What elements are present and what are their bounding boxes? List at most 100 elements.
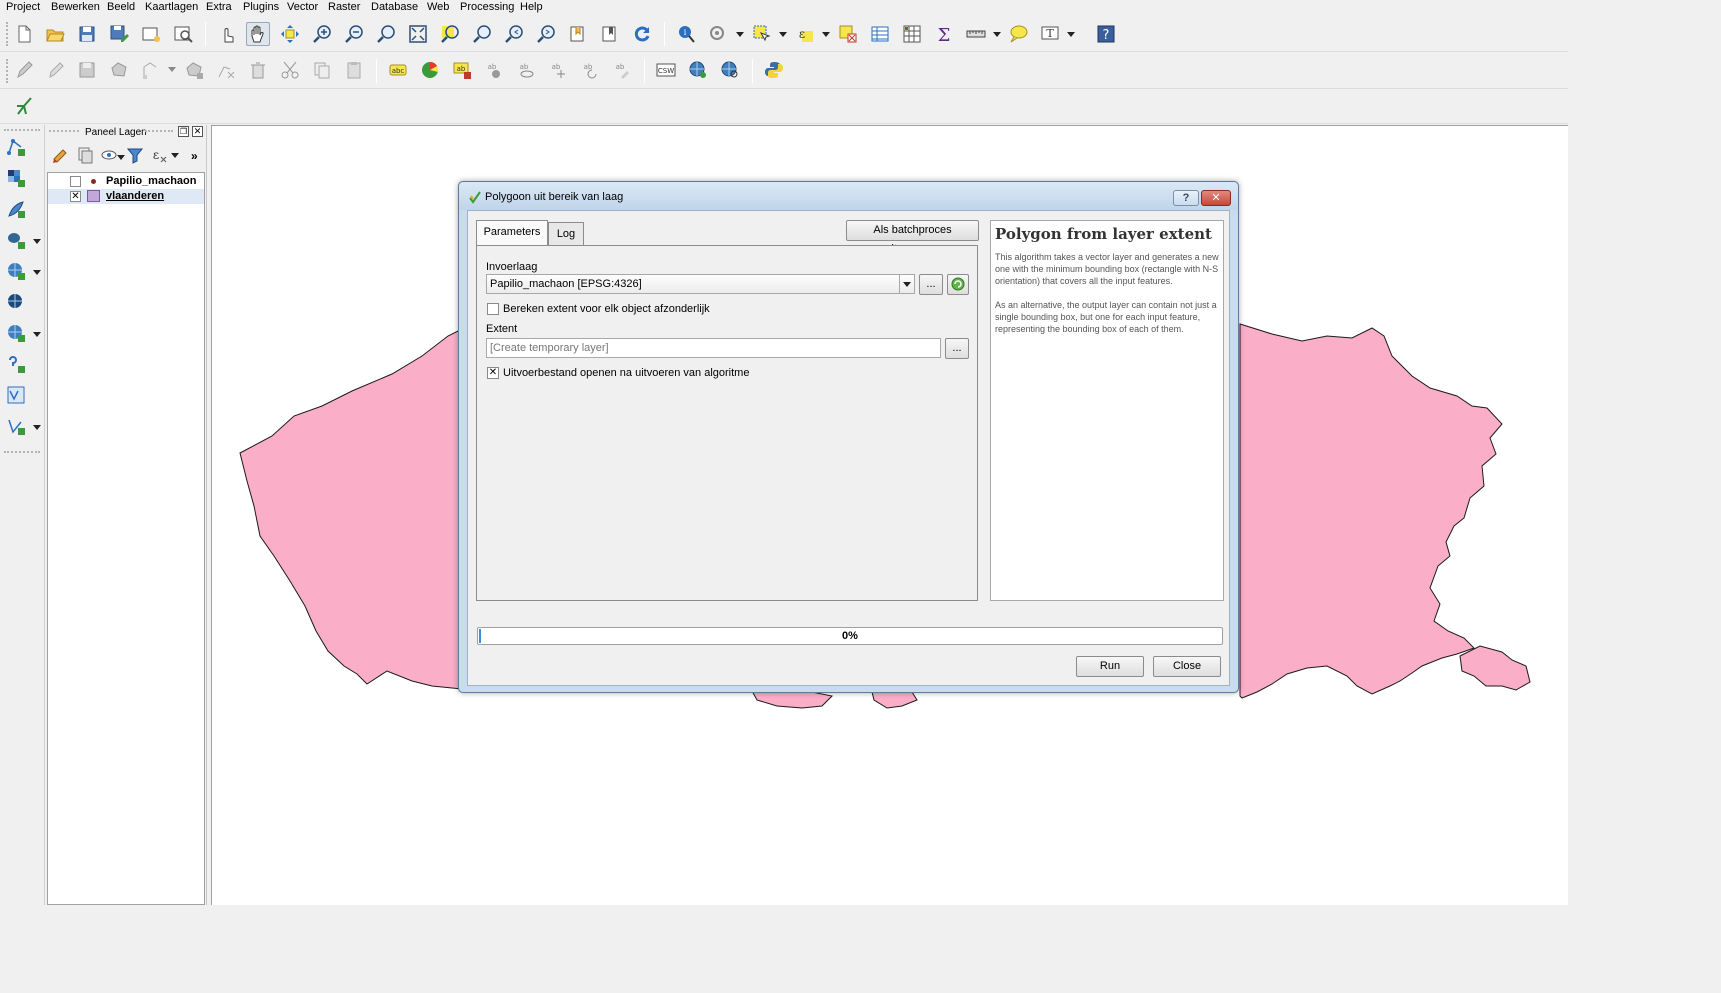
layer-labeling-icon[interactable]: ab [450,58,474,82]
close-window-button[interactable]: ✕ [1201,190,1231,206]
pan-to-selection-icon[interactable] [278,22,302,46]
measure-icon[interactable] [964,22,988,46]
help-window-button[interactable]: ? [1173,190,1199,206]
add-wcs-layer-icon[interactable] [4,290,28,314]
pin-labels-icon[interactable]: ab [482,58,506,82]
pan-map-icon[interactable] [246,22,270,46]
toolbar-grip[interactable] [6,22,10,46]
wfs-dropdown[interactable] [33,332,41,337]
postgis-dropdown[interactable] [33,239,41,244]
add-raster-layer-icon[interactable] [4,166,28,190]
per-feature-label[interactable]: Bereken extent voor elk object afzonderl… [503,303,710,315]
metasearch-icon[interactable] [686,58,710,82]
menu-database[interactable]: Database [371,1,418,13]
toolbar-grip[interactable] [6,59,10,83]
per-feature-checkbox[interactable] [487,303,499,315]
diagram-icon[interactable] [418,58,442,82]
new-shapefile-icon[interactable] [4,414,28,438]
select-expression-dropdown[interactable] [822,32,830,37]
zoom-next-icon[interactable] [534,22,558,46]
new-project-icon[interactable] [12,22,36,46]
iterate-layer-button[interactable] [947,274,969,295]
measure-dropdown[interactable] [993,32,1001,37]
add-wfs-layer-icon[interactable] [4,321,28,345]
menu-vector[interactable]: Vector [287,1,318,13]
map-tips-icon[interactable] [1006,22,1030,46]
dialog-titlebar[interactable]: Polygoon uit bereik van laag ? ✕ [459,182,1238,210]
close-panel-icon[interactable]: ✕ [192,126,203,137]
add-group-icon[interactable] [73,143,97,167]
menu-help[interactable]: Help [520,1,543,13]
menu-beeld[interactable]: Beeld [107,1,135,13]
open-output-label[interactable]: Uitvoerbestand openen na uitvoeren van a… [503,367,749,379]
new-bookmark-icon[interactable] [566,22,590,46]
label-icon[interactable]: abc [386,58,410,82]
zoom-actual-size-icon[interactable] [374,22,398,46]
current-edits-icon[interactable] [12,58,36,82]
deselect-icon[interactable] [836,22,860,46]
close-button[interactable]: Close [1153,656,1221,677]
save-project-icon[interactable] [75,22,99,46]
zoom-out-icon[interactable] [342,22,366,46]
zoom-full-icon[interactable] [406,22,430,46]
identify-icon[interactable]: i [674,22,698,46]
float-panel-icon[interactable]: ❐ [178,126,189,137]
move-label-icon[interactable]: ab [546,58,570,82]
add-virtual-layer-icon[interactable] [4,383,28,407]
add-postgis-layer-icon[interactable] [4,228,28,252]
toggle-editing-icon[interactable] [43,58,67,82]
toolbar-grip[interactable] [4,129,40,131]
composer-manager-icon[interactable] [171,22,195,46]
open-output-checkbox[interactable]: ✕ [487,367,499,379]
menu-kaartlagen[interactable]: Kaartlagen [145,1,198,13]
node-tool-icon[interactable] [182,58,206,82]
change-label-icon[interactable]: ab [610,58,634,82]
expand-icon[interactable]: » [191,149,198,163]
chevron-down-icon[interactable] [899,275,914,293]
paste-features-icon[interactable] [342,58,366,82]
extent-input[interactable]: [Create temporary layer] [486,338,941,358]
attribute-table-icon[interactable] [868,22,892,46]
action-icon[interactable] [706,22,730,46]
text-annotation-icon[interactable]: T [1038,22,1062,46]
menu-raster[interactable]: Raster [328,1,360,13]
toolbar-grip[interactable] [4,451,40,453]
help-icon[interactable]: ? [1094,22,1118,46]
add-delimited-text-icon[interactable] [4,352,28,376]
menu-processing[interactable]: Processing [460,1,514,13]
menu-bewerken[interactable]: Bewerken [51,1,100,13]
trash-icon[interactable] [246,58,270,82]
filter-expression-icon[interactable]: ε [147,143,171,167]
touch-zoom-pan-icon[interactable] [215,22,239,46]
add-feature-icon[interactable] [107,58,131,82]
new-layer-dropdown[interactable] [33,425,41,430]
show-hide-labels-icon[interactable]: ab [514,58,538,82]
zoom-in-icon[interactable] [310,22,334,46]
refresh-icon[interactable] [630,22,654,46]
show-bookmarks-icon[interactable] [598,22,622,46]
menu-plugins[interactable]: Plugins [243,1,279,13]
copy-features-icon[interactable] [310,58,334,82]
filter-legend-icon[interactable] [123,143,147,167]
menu-extra[interactable]: Extra [206,1,232,13]
filter-dropdown[interactable] [171,153,179,158]
zoom-to-selection-icon[interactable] [438,22,462,46]
annotation-dropdown[interactable] [1067,32,1075,37]
digitize-tool-icon[interactable] [12,94,36,118]
move-feature-dropdown[interactable] [168,67,176,72]
rotate-label-icon[interactable]: ab [578,58,602,82]
add-wms-layer-icon[interactable] [4,259,28,283]
tab-parameters[interactable]: Parameters [476,220,548,246]
extent-browse-button[interactable]: ... [945,338,969,359]
select-features-icon[interactable] [750,22,774,46]
open-project-icon[interactable] [43,22,67,46]
select-dropdown[interactable] [779,32,787,37]
zoom-last-icon[interactable] [502,22,526,46]
action-dropdown[interactable] [736,32,744,37]
move-feature-icon[interactable] [139,58,163,82]
csw-icon[interactable]: CSW [654,58,678,82]
open-layer-styling-icon[interactable] [49,143,73,167]
menu-web[interactable]: Web [427,1,449,13]
zoom-to-layer-icon[interactable] [470,22,494,46]
layer-visibility-checkbox[interactable]: ✕ [70,191,81,202]
